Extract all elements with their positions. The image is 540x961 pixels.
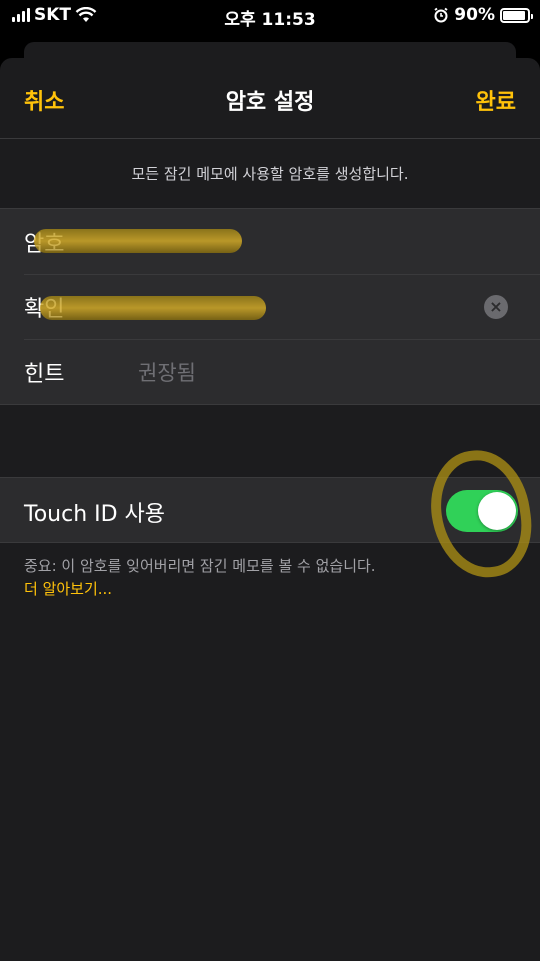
status-right: 90% (433, 5, 533, 25)
redaction-scribble (34, 229, 242, 253)
battery-percent: 90% (454, 5, 495, 25)
password-field[interactable]: 암호 (0, 209, 540, 274)
hint-label: 힌트 (24, 361, 65, 387)
screen: SKT 오후 11:53 90% 취소 암호 설정 완료 모든 잠긴 메모에 사… (0, 0, 540, 961)
page-title: 암호 설정 (225, 90, 315, 115)
nav-bar: 취소 암호 설정 완료 (0, 58, 540, 139)
redaction-scribble (40, 296, 266, 320)
clear-icon[interactable]: × (484, 294, 508, 319)
warning-text: 중요: 이 암호를 잊어버리면 잠긴 메모를 볼 수 없습니다. (24, 557, 376, 575)
learn-more-link[interactable]: 더 알아보기... (24, 578, 516, 601)
alarm-icon (434, 7, 448, 23)
description-text: 모든 잠긴 메모에 사용할 암호를 생성합니다. (131, 165, 409, 183)
hint-field[interactable]: 힌트 권장됨 (0, 339, 540, 404)
done-button[interactable]: 완료 (476, 84, 516, 116)
password-fields-group: 암호 확인 × 힌트 권장됨 (0, 208, 540, 405)
battery-icon (500, 7, 533, 23)
status-bar: SKT 오후 11:53 90% (0, 0, 540, 30)
hint-placeholder: 권장됨 (138, 360, 196, 385)
verify-field[interactable]: 확인 × (0, 274, 540, 339)
touch-id-label: Touch ID 사용 (24, 502, 166, 527)
